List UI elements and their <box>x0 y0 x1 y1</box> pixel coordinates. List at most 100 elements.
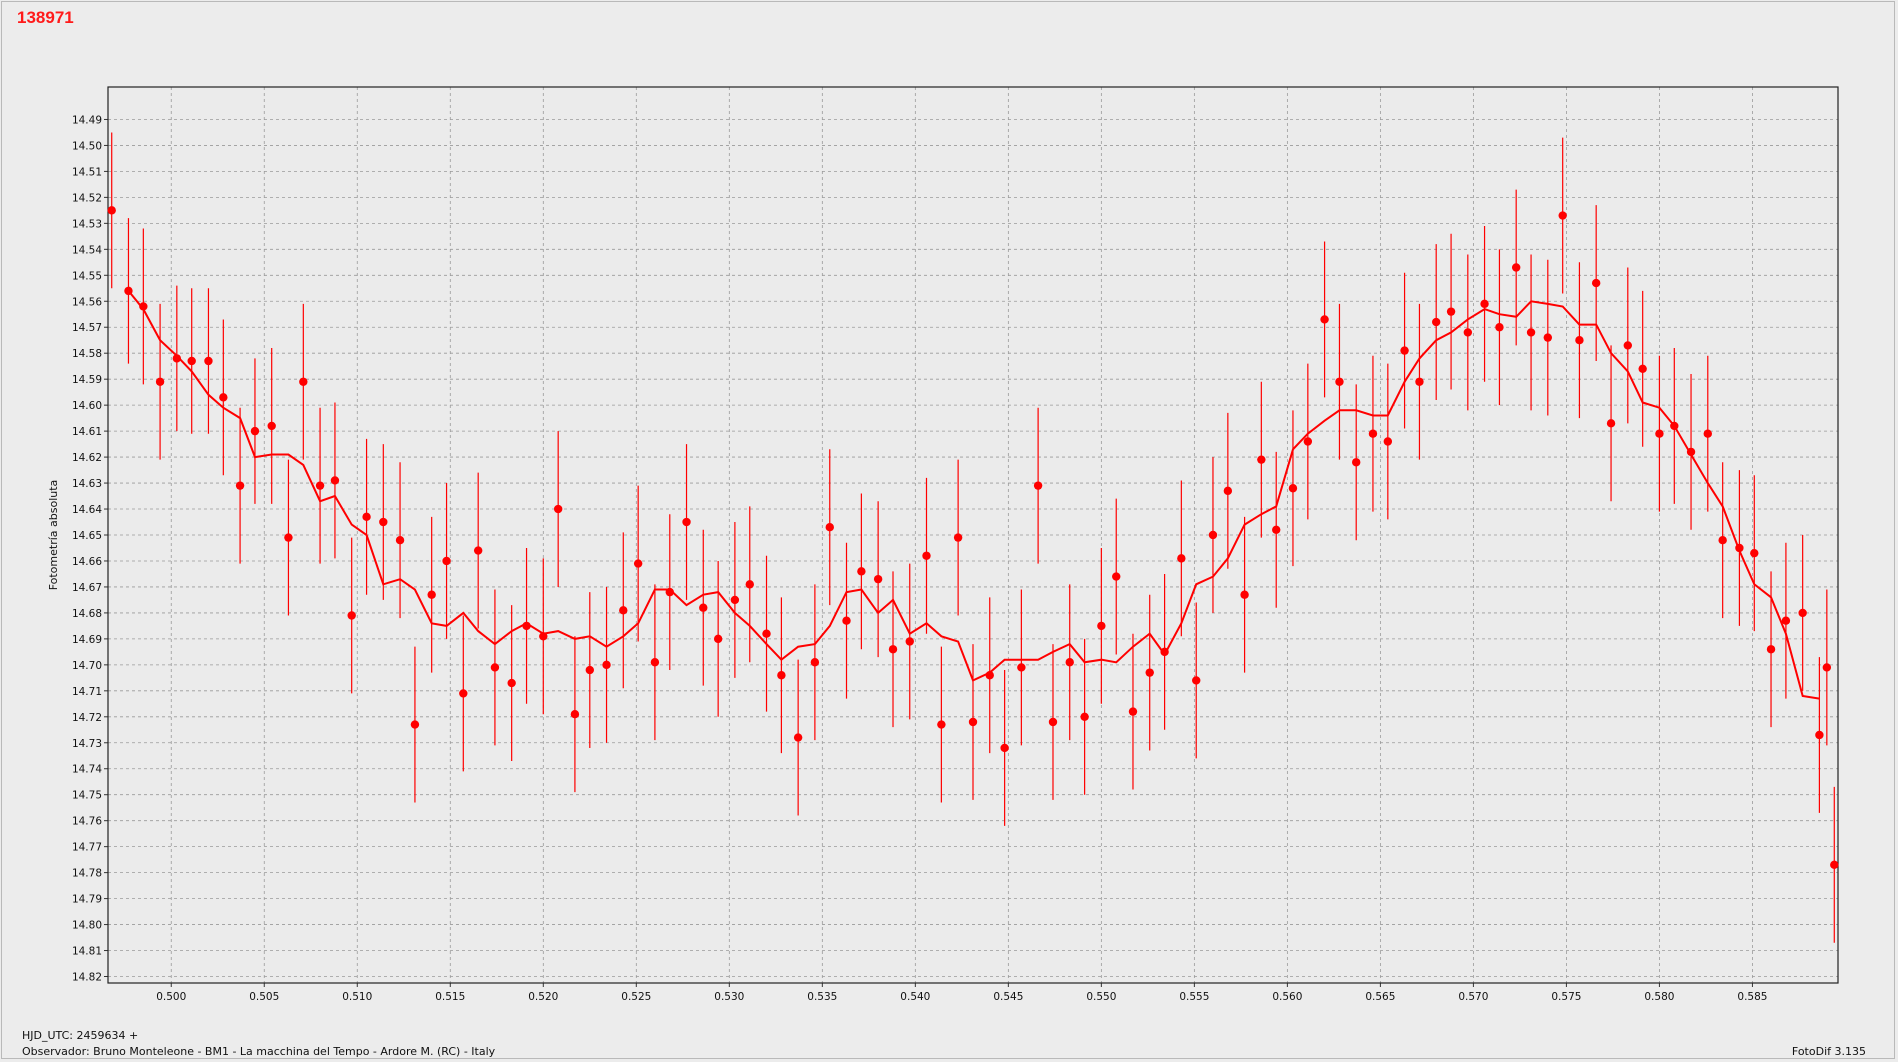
data-point <box>473 546 483 555</box>
y-tick-label: 14.56 <box>72 296 102 308</box>
data-point <box>507 678 516 688</box>
y-tick-label: 14.79 <box>72 894 102 906</box>
data-point <box>1591 278 1601 288</box>
data-point <box>427 590 436 599</box>
data-point <box>1766 645 1776 654</box>
x-tick-label: 0.510 <box>342 991 372 1003</box>
data-point <box>1750 548 1759 558</box>
data-point <box>522 621 531 631</box>
x-tick-label: 0.570 <box>1458 991 1488 1003</box>
data-point <box>1352 458 1361 467</box>
y-tick-label: 14.64 <box>72 504 102 516</box>
data-point <box>953 533 963 542</box>
y-tick-label: 14.82 <box>72 972 102 984</box>
y-axis-label: Fotometría absoluta <box>47 480 60 591</box>
y-tick-label: 14.81 <box>72 946 102 958</box>
x-tick-label: 0.555 <box>1179 991 1209 1003</box>
data-point <box>762 629 771 638</box>
x-tick-label: 0.540 <box>900 991 930 1003</box>
data-point <box>155 377 165 386</box>
software-version: FotoDif 3.135 <box>1791 1045 1866 1058</box>
x-tick-label: 0.545 <box>993 991 1023 1003</box>
y-tick-label: 14.50 <box>72 140 102 152</box>
y-tick-label: 14.52 <box>72 192 102 204</box>
data-point <box>1080 712 1089 721</box>
y-tick-label: 14.80 <box>72 920 102 932</box>
data-point <box>1240 590 1249 599</box>
data-point <box>810 658 820 667</box>
data-point <box>1638 364 1647 373</box>
data-point <box>922 551 931 560</box>
x-tick-label: 0.505 <box>249 991 279 1003</box>
data-point <box>777 671 786 680</box>
data-point <box>395 535 405 545</box>
data-point <box>1400 346 1409 355</box>
x-tick-label: 0.575 <box>1551 991 1581 1003</box>
data-point <box>968 717 978 727</box>
data-point <box>379 517 388 527</box>
y-tick-label: 14.74 <box>72 764 102 776</box>
data-point <box>1335 377 1344 386</box>
y-tick-label: 14.77 <box>72 842 102 854</box>
data-point <box>1431 317 1441 327</box>
data-point <box>937 720 946 729</box>
data-point <box>1415 377 1424 386</box>
y-tick-label: 14.69 <box>72 634 102 646</box>
data-point <box>1033 481 1043 490</box>
data-point <box>330 476 340 485</box>
data-point <box>1822 663 1832 672</box>
x-tick-label: 0.525 <box>621 991 651 1003</box>
data-point <box>1670 421 1679 431</box>
data-point <box>825 523 834 532</box>
data-point <box>1097 621 1106 631</box>
data-point <box>1000 743 1009 753</box>
data-point <box>553 504 563 514</box>
y-tick-label: 14.63 <box>72 478 102 490</box>
y-tick-label: 14.66 <box>72 556 102 568</box>
y-tick-label: 14.60 <box>72 400 102 412</box>
y-tick-label: 14.70 <box>72 660 102 672</box>
data-point <box>1017 663 1026 672</box>
data-point <box>1558 211 1567 220</box>
data-point <box>905 637 914 646</box>
data-point <box>1718 535 1727 545</box>
data-point <box>1511 263 1521 272</box>
data-point <box>682 517 691 527</box>
data-point <box>187 356 196 366</box>
data-point <box>1623 341 1632 350</box>
data-point <box>888 645 898 654</box>
data-point <box>1575 336 1584 345</box>
data-point <box>1655 429 1664 438</box>
x-tick-label: 0.520 <box>528 991 558 1003</box>
data-point <box>1495 323 1504 332</box>
data-point <box>842 616 851 625</box>
data-point <box>250 426 260 436</box>
data-point <box>1048 717 1058 727</box>
y-tick-label: 14.53 <box>72 218 102 230</box>
data-point <box>1192 676 1201 685</box>
y-tick-label: 14.58 <box>72 348 102 360</box>
data-point <box>793 733 803 742</box>
data-point <box>650 658 660 667</box>
x-tick-label: 0.515 <box>435 991 465 1003</box>
y-tick-label: 14.73 <box>72 738 102 750</box>
data-point <box>1830 860 1839 870</box>
data-point <box>1606 419 1616 428</box>
data-point <box>1128 707 1138 716</box>
y-tick-label: 14.57 <box>72 322 102 334</box>
data-point <box>857 567 866 576</box>
data-point <box>1303 437 1313 446</box>
y-tick-label: 14.71 <box>72 686 102 698</box>
y-tick-label: 14.67 <box>72 582 102 594</box>
data-point <box>1112 572 1121 581</box>
data-point <box>1543 333 1553 342</box>
data-point <box>1781 616 1791 625</box>
data-point <box>442 556 451 566</box>
data-point <box>665 587 674 597</box>
y-tick-label: 14.55 <box>72 270 102 282</box>
data-point <box>1177 554 1186 563</box>
data-point <box>172 354 182 363</box>
data-point <box>699 603 708 612</box>
x-tick-label: 0.550 <box>1086 991 1116 1003</box>
data-point <box>235 481 245 490</box>
